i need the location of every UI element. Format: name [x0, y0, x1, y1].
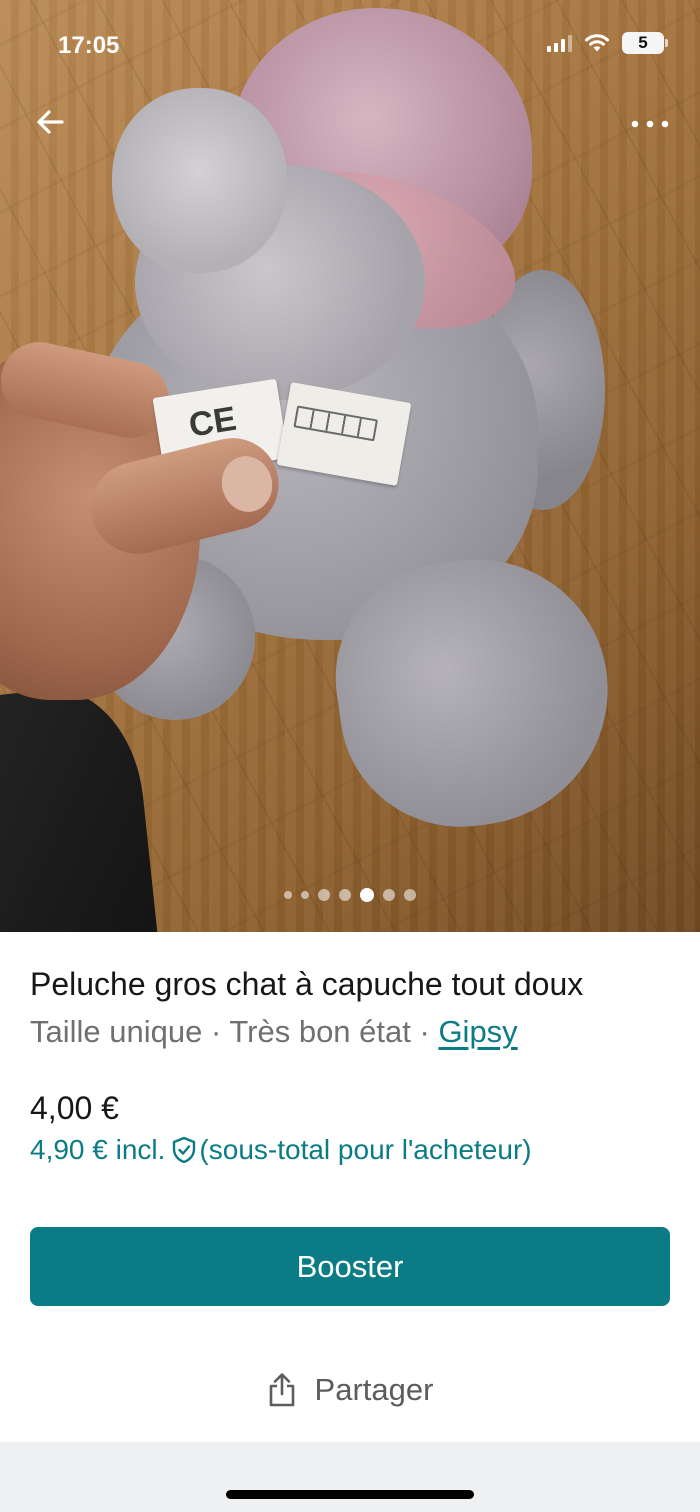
buyer-price[interactable]: 4,90 € incl. (sous-total pour l'acheteur… [30, 1134, 532, 1166]
status-time: 17:05 [58, 32, 120, 59]
meta-separator: · [202, 1014, 230, 1049]
carousel-pagination[interactable] [0, 888, 700, 902]
share-button[interactable]: Partager [0, 1360, 700, 1420]
item-brand-link[interactable]: Gipsy [438, 1014, 517, 1049]
item-size: Taille unique [30, 1014, 203, 1049]
item-price: 4,00 € [30, 1090, 119, 1126]
listing-photo[interactable]: CE [0, 0, 700, 932]
carousel-dot-active[interactable] [360, 888, 374, 902]
item-condition: Très bon état [229, 1014, 411, 1049]
item-meta: Taille unique · Très bon état · Gipsy [30, 1014, 518, 1050]
bottom-section-divider [0, 1442, 700, 1512]
shield-check-icon [173, 1136, 196, 1164]
share-label: Partager [314, 1372, 434, 1407]
battery-icon: 5 [622, 32, 668, 54]
more-options-icon [631, 120, 669, 128]
wifi-icon [585, 34, 609, 52]
care-symbols [293, 405, 379, 442]
status-icons: 5 [547, 32, 668, 54]
meta-separator: · [410, 1014, 439, 1049]
back-arrow-icon [37, 110, 64, 134]
carousel-dot[interactable] [301, 891, 309, 899]
carousel-dot[interactable] [383, 889, 395, 901]
item-title: Peluche gros chat à capuche tout doux [30, 966, 584, 1002]
carousel-dot[interactable] [318, 889, 330, 901]
back-button[interactable] [28, 100, 72, 144]
more-options-button[interactable] [624, 102, 676, 146]
home-indicator[interactable] [226, 1490, 474, 1499]
carousel-dot[interactable] [339, 889, 351, 901]
plush-ear [112, 88, 287, 273]
carousel-dot[interactable] [404, 889, 416, 901]
cellular-signal-icon [547, 34, 572, 52]
share-icon [269, 1373, 294, 1407]
buyer-price-amount: 4,90 € incl. [30, 1134, 166, 1165]
buyer-price-note: (sous-total pour l'acheteur) [199, 1134, 532, 1165]
carousel-dot[interactable] [284, 891, 292, 899]
booster-button[interactable]: Booster [30, 1227, 670, 1306]
